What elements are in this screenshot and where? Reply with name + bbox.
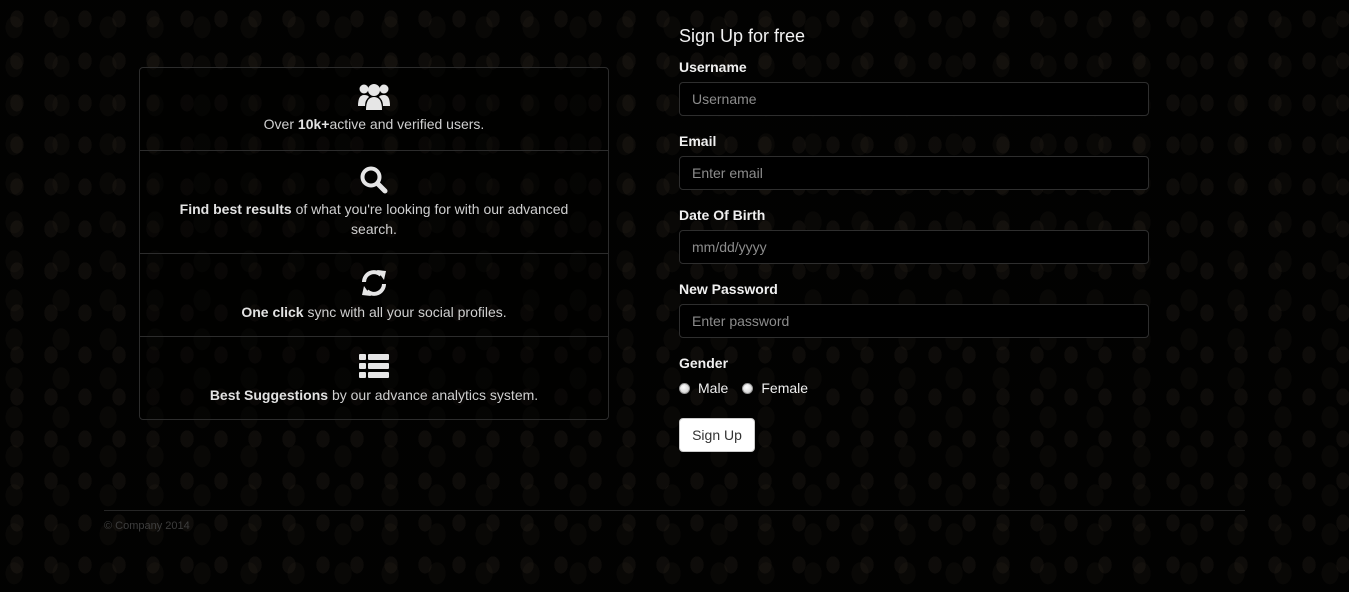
signup-button[interactable]: Sign Up (679, 418, 755, 452)
users-icon (358, 84, 390, 110)
feature-suggestions: Best Suggestions by our advance analytic… (140, 337, 608, 419)
password-group: New Password (679, 280, 1149, 338)
refresh-icon (362, 270, 386, 296)
features-panel: Over 10k+active and verified users. Find… (139, 67, 609, 420)
username-input[interactable] (679, 82, 1149, 116)
feature-users: Over 10k+active and verified users. (140, 68, 608, 151)
dob-group: Date Of Birth (679, 206, 1149, 264)
gender-female-radio[interactable] (742, 382, 754, 394)
dob-input[interactable] (679, 230, 1149, 264)
gender-male-radio[interactable] (679, 382, 690, 394)
email-group: Email (679, 132, 1149, 190)
password-label: New Password (679, 281, 778, 297)
gender-label: Gender (679, 355, 729, 371)
email-input[interactable] (679, 156, 1149, 190)
email-label: Email (679, 133, 717, 149)
list-icon (359, 354, 389, 378)
feature-sync: One click sync with all your social prof… (140, 254, 608, 337)
username-group: Username (679, 58, 1149, 116)
signup-form: Sign Up for free Username Email Date Of … (679, 25, 1149, 452)
password-input[interactable] (679, 304, 1149, 338)
feature-search: Find best results of what you're looking… (140, 151, 608, 254)
username-label: Username (679, 59, 747, 75)
gender-female-label[interactable]: Female (761, 380, 808, 396)
gender-group: Gender Male Female (679, 354, 822, 396)
footer-copyright: © Company 2014 (104, 520, 190, 532)
search-icon (360, 166, 388, 194)
gender-male-label[interactable]: Male (698, 380, 728, 396)
dob-label: Date Of Birth (679, 207, 766, 223)
signup-title: Sign Up for free (679, 26, 806, 46)
footer-divider (104, 510, 1245, 511)
